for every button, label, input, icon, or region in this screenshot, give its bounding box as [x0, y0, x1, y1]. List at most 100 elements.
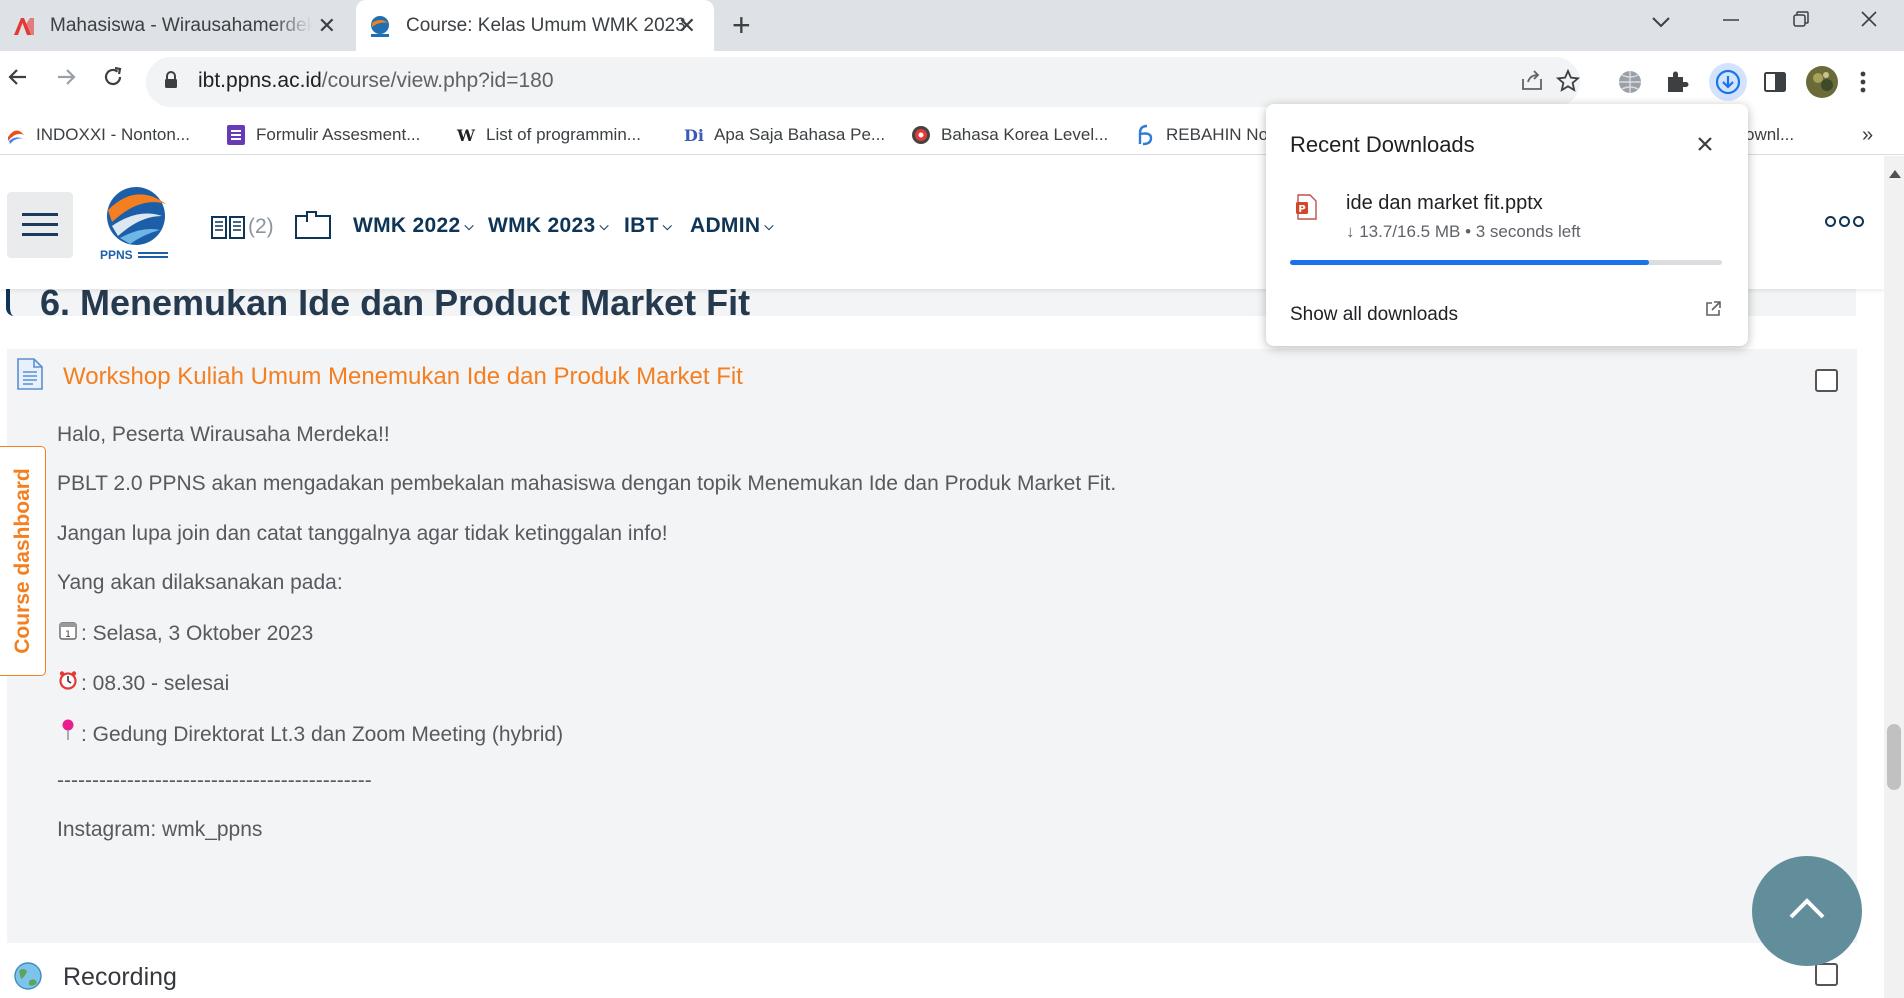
bookmark-bahasa-korea[interactable]: Bahasa Korea Level... [911, 123, 1108, 147]
more-options-icon[interactable] [1825, 216, 1864, 227]
description-text: : Selasa, 3 Oktober 2023 [81, 622, 314, 645]
close-tab-icon[interactable]: ✕ [318, 13, 336, 39]
extensions-puzzle-icon[interactable] [1664, 69, 1692, 97]
back-icon[interactable] [6, 65, 30, 95]
download-status: ↓ 13.7/16.5 MB • 3 seconds left [1346, 222, 1581, 241]
restore-icon[interactable] [1792, 8, 1810, 34]
minimize-icon[interactable] [1722, 8, 1740, 34]
bookmark-formulir[interactable]: Formulir Assesment... [226, 123, 420, 147]
new-tab-button[interactable]: + [732, 8, 751, 42]
bookmark-label: List of programmin... [486, 125, 641, 144]
description-line: Jangan lupa join dan catat tanggalnya ag… [57, 522, 668, 546]
bookmark-download[interactable]: ownl... [1745, 123, 1794, 147]
korea-icon [911, 125, 931, 145]
pushpin-icon [57, 719, 79, 747]
url-host: ibt.ppns.ac.id [198, 69, 322, 92]
scroll-up-arrow-icon[interactable] [1889, 170, 1901, 178]
scroll-thumb[interactable] [1887, 724, 1901, 790]
url-text[interactable]: ibt.ppns.ac.id/course/view.php?id=180 [198, 69, 554, 93]
page-scrollbar[interactable] [1884, 156, 1904, 998]
downloads-button[interactable] [1709, 63, 1747, 101]
download-progress-bar [1290, 260, 1722, 265]
bookmark-wikipedia[interactable]: W List of programmin... [456, 123, 641, 147]
downloads-title: Recent Downloads [1290, 132, 1475, 157]
description-line: Halo, Peserta Wirausaha Merdeka!! [57, 423, 390, 447]
activity-recording: Recording [7, 953, 1857, 998]
hamburger-menu-button[interactable] [7, 192, 73, 258]
description-text: PBLT 2.0 PPNS akan mengadakan pembekalan… [57, 472, 1117, 495]
description-text: Yang akan dilaksanakan pada: [57, 571, 343, 594]
description-text: ----------------------------------------… [57, 769, 372, 792]
bookmark-rebahin[interactable]: REBAHIN No [1136, 123, 1268, 147]
menu-label: WMK 2022 [353, 214, 461, 237]
description-line: 1 : Selasa, 3 Oktober 2023 [57, 620, 313, 646]
menu-label: ADMIN [690, 214, 761, 237]
chevron-up-icon [1789, 898, 1825, 919]
bookmark-label: INDOXXI - Nonton... [36, 125, 190, 144]
back-to-top-button[interactable] [1752, 856, 1862, 966]
tab-course[interactable]: Course: Kelas Umum WMK 2023 ✕ [356, 0, 714, 51]
bookmark-indoxxi[interactable]: INDOXXI - Nonton... [6, 123, 190, 147]
bookmark-star-icon[interactable] [1555, 68, 1581, 99]
svg-text:P: P [1298, 204, 1305, 215]
chevron-down-icon: ⌵ [764, 218, 774, 233]
download-icon [1715, 69, 1741, 95]
recording-link[interactable]: Recording [63, 963, 177, 992]
completion-checkbox[interactable] [1815, 369, 1838, 392]
profile-avatar[interactable] [1806, 66, 1838, 98]
svg-text:1: 1 [65, 630, 71, 640]
forward-icon[interactable] [54, 65, 78, 95]
briefcase-icon[interactable] [294, 210, 332, 245]
pptx-file-icon: P [1296, 194, 1318, 220]
activity-workshop: Workshop Kuliah Umum Menemukan Ide dan P… [7, 349, 1857, 943]
wikipedia-icon: W [457, 125, 475, 145]
tab-strip: Mahasiswa - Wirausahamerdeka ✕ Course: K… [0, 0, 1904, 51]
indoxxi-icon [6, 125, 26, 145]
description-text: Jangan lupa join dan catat tanggalnya ag… [57, 522, 668, 545]
menu-wmk-2023[interactable]: WMK 2023 ⌵ [488, 214, 609, 238]
books-icon[interactable] [210, 214, 246, 245]
tab-title: Mahasiswa - Wirausahamerdeka [50, 14, 312, 36]
red-a-icon [12, 14, 36, 38]
reload-icon[interactable] [101, 65, 125, 95]
close-icon[interactable] [1696, 132, 1714, 156]
bookmarks-overflow-chevron[interactable]: » [1862, 123, 1873, 147]
address-bar[interactable]: ibt.ppns.ac.id/course/view.php?id=180 [146, 57, 1581, 107]
tab-mahasiswa[interactable]: Mahasiswa - Wirausahamerdeka ✕ [0, 0, 354, 51]
open-external-icon[interactable] [1704, 300, 1722, 318]
description-divider: ----------------------------------------… [57, 769, 372, 793]
lock-icon[interactable] [164, 71, 178, 89]
course-dashboard-label: Course dashboard [10, 468, 34, 654]
alarm-clock-icon [57, 670, 79, 696]
completion-checkbox[interactable] [1815, 963, 1838, 986]
menu-label: WMK 2023 [488, 214, 596, 237]
close-tab-icon[interactable]: ✕ [678, 13, 696, 39]
bookmark-label: Apa Saja Bahasa Pe... [714, 125, 886, 144]
download-progress-fill [1290, 260, 1649, 265]
menu-kebab-icon[interactable] [1860, 71, 1870, 99]
menu-wmk-2022[interactable]: WMK 2022 ⌵ [353, 214, 474, 238]
downloads-bubble: Recent Downloads P ide dan market fit.pp… [1266, 104, 1748, 346]
tab-search-icon[interactable] [1652, 8, 1670, 34]
download-file-name[interactable]: ide dan market fit.pptx [1346, 192, 1543, 215]
description-text: : Gedung Direktorat Lt.3 dan Zoom Meetin… [81, 723, 564, 746]
side-panel-icon[interactable] [1762, 69, 1790, 97]
chevron-down-icon: ⌵ [662, 218, 673, 233]
close-window-icon[interactable] [1860, 8, 1878, 34]
bookmark-apa-saja[interactable]: Di Apa Saja Bahasa Pe... [684, 123, 885, 147]
ppns-logo-icon [368, 14, 392, 38]
description-text: Halo, Peserta Wirausaha Merdeka!! [57, 423, 390, 446]
course-dashboard-tab[interactable]: Course dashboard [0, 446, 46, 676]
globe-extension-icon[interactable] [1617, 69, 1645, 97]
activity-title-link[interactable]: Workshop Kuliah Umum Menemukan Ide dan P… [63, 363, 743, 391]
menu-ibt[interactable]: IBT ⌵ [624, 214, 672, 238]
share-icon[interactable] [1520, 69, 1544, 97]
show-all-downloads-link[interactable]: Show all downloads [1290, 304, 1458, 326]
ppns-logo[interactable]: PPNS [100, 186, 172, 262]
description-line: Instagram: wmk_ppns [57, 818, 262, 842]
menu-admin[interactable]: ADMIN ⌵ [690, 214, 774, 238]
description-line: : Gedung Direktorat Lt.3 dan Zoom Meetin… [57, 719, 563, 747]
menu-label: IBT [624, 214, 659, 237]
description-line: Yang akan dilaksanakan pada: [57, 571, 343, 595]
forms-icon [226, 125, 246, 145]
